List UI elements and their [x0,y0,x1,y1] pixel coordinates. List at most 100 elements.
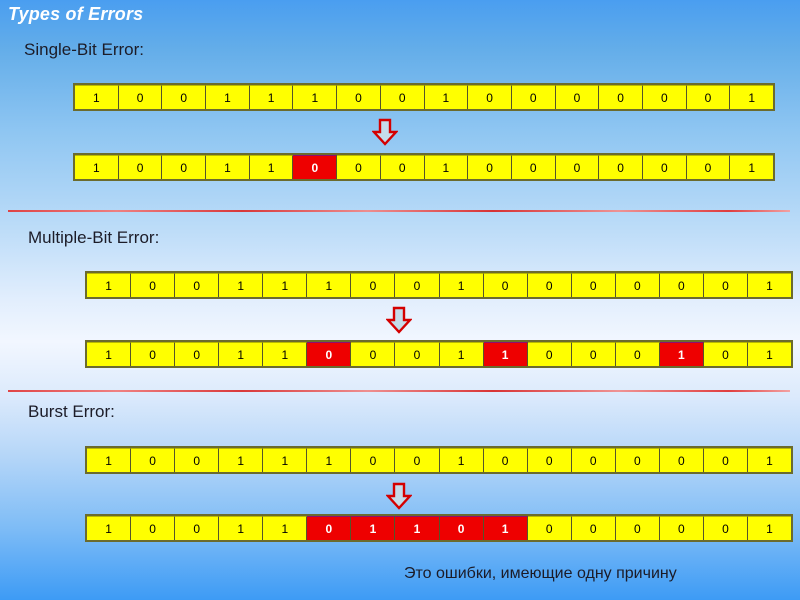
bit-cell: 1 [439,273,484,297]
section-label-multiple-bit: Multiple-Bit Error: [28,228,160,247]
bit-cell-error: 1 [395,516,440,540]
bit-cell: 0 [703,448,748,472]
bit-cell: 0 [511,155,556,179]
bit-cell: 0 [527,273,572,297]
bit-cell: 1 [263,448,308,472]
bit-cell: 0 [703,516,748,540]
bit-cell: 0 [395,273,440,297]
bit-cell: 0 [162,85,207,109]
bit-cell: 1 [263,516,308,540]
bit-cell: 0 [527,516,572,540]
bit-cell-error: 0 [293,155,338,179]
bit-cell: 1 [307,273,352,297]
bit-cell: 0 [615,448,660,472]
bit-cell: 0 [599,85,643,109]
bit-cell: 1 [87,342,132,366]
bit-row-burst-sent: 1001110010000001 [85,446,793,474]
bit-cell: 0 [395,448,440,472]
bit-cell: 0 [380,85,425,109]
bit-cell: 0 [351,273,396,297]
bit-cell: 1 [747,273,791,297]
bit-cell: 0 [118,155,163,179]
down-arrow-icon [385,482,413,510]
bit-cell: 0 [351,448,396,472]
bit-cell: 0 [131,342,176,366]
bit-row-single-bit-received: 1001100010000001 [73,153,775,181]
bit-cell: 1 [87,516,132,540]
bit-cell: 1 [75,155,119,179]
footnote-text: Это ошибки, имеющие одну причину [404,565,677,582]
bit-cell: 0 [395,342,440,366]
bit-cell: 1 [219,448,264,472]
bit-cell: 0 [615,516,660,540]
bit-cell: 0 [468,85,512,109]
bit-cell: 0 [131,516,176,540]
bit-cell: 1 [747,448,791,472]
bit-cell: 0 [599,155,643,179]
bit-cell: 0 [175,342,220,366]
bit-cell: 0 [615,342,660,366]
bit-cell: 1 [75,85,119,109]
bit-cell: 0 [571,448,616,472]
bit-cell: 0 [659,448,704,472]
bit-row-multiple-bit-sent: 1001110010000001 [85,271,793,299]
bit-cell: 0 [642,85,687,109]
bit-cell-error: 0 [439,516,484,540]
bit-cell: 1 [747,342,791,366]
bit-cell: 0 [686,85,731,109]
bit-cell: 1 [249,85,294,109]
bit-cell: 0 [175,273,220,297]
bit-cell: 0 [555,155,600,179]
bit-cell: 1 [249,155,294,179]
bit-cell: 1 [219,342,264,366]
bit-cell: 0 [571,516,616,540]
bit-cell: 0 [511,85,556,109]
bit-cell: 0 [527,448,572,472]
bit-cell: 1 [263,342,308,366]
bit-cell: 0 [175,448,220,472]
bit-cell: 1 [424,85,469,109]
bit-cell: 0 [118,85,163,109]
bit-cell: 0 [686,155,731,179]
bit-row-burst-received: 1001101101000001 [85,514,793,542]
bit-cell: 0 [615,273,660,297]
bit-row-single-bit-sent: 1001110010000001 [73,83,775,111]
bit-cell: 0 [703,342,748,366]
bit-cell: 0 [571,342,616,366]
bit-cell: 0 [468,155,512,179]
bit-cell: 1 [206,85,250,109]
bit-cell: 0 [351,342,396,366]
page-title: Types of Errors [8,4,144,24]
bit-cell-error: 1 [659,342,704,366]
bit-cell: 1 [730,85,773,109]
bit-cell: 0 [571,273,616,297]
bit-cell-error: 0 [307,342,352,366]
bit-cell: 0 [337,85,381,109]
bit-cell: 1 [293,85,338,109]
slide-canvas: Types of Errors Single-Bit Error: 100111… [0,0,800,600]
bit-cell-error: 1 [483,342,528,366]
bit-cell: 0 [131,273,176,297]
bit-row-multiple-bit-received: 1001100011000101 [85,340,793,368]
bit-cell: 1 [307,448,352,472]
bit-cell: 0 [659,273,704,297]
section-divider-2 [8,390,790,392]
bit-cell-error: 1 [351,516,396,540]
bit-cell: 0 [175,516,220,540]
bit-cell: 0 [483,273,528,297]
bit-cell: 0 [703,273,748,297]
bit-cell: 0 [131,448,176,472]
bit-cell: 1 [87,273,132,297]
bit-cell: 0 [483,448,528,472]
bit-cell: 1 [439,448,484,472]
bit-cell: 1 [87,448,132,472]
bit-cell: 0 [642,155,687,179]
bit-cell: 1 [263,273,308,297]
section-divider-1 [8,210,790,212]
bit-cell: 1 [439,342,484,366]
bit-cell: 0 [527,342,572,366]
down-arrow-icon [371,118,399,146]
bit-cell: 1 [206,155,250,179]
bit-cell-error: 0 [307,516,352,540]
down-arrow-icon [385,306,413,334]
